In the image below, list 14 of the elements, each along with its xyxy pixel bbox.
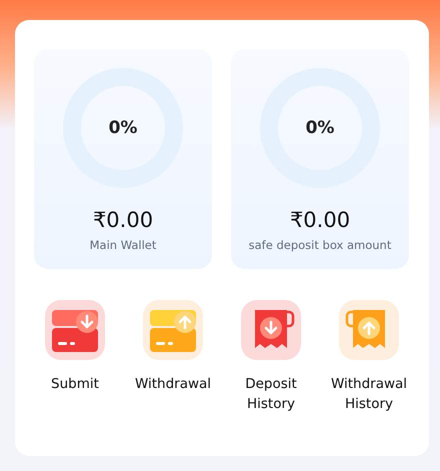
card-icon [45,300,105,360]
card-icon [143,300,203,360]
receipt-icon [241,300,301,360]
amount-text: ₹0.00 [290,208,350,232]
amount-text: ₹0.00 [92,208,154,232]
wallet-label: safe deposit box amount [248,238,392,252]
action-button[interactable]: Submit [30,300,120,414]
action-button[interactable]: Withdrawal History [324,300,414,414]
action-button[interactable]: Withdrawal [128,300,218,414]
wallet-label: Main Wallet [90,238,156,252]
action-button[interactable]: Deposit History [226,300,316,414]
percent-text: 0% [108,118,138,138]
receipt-icon [339,300,399,360]
percent-text: 0% [306,118,334,138]
